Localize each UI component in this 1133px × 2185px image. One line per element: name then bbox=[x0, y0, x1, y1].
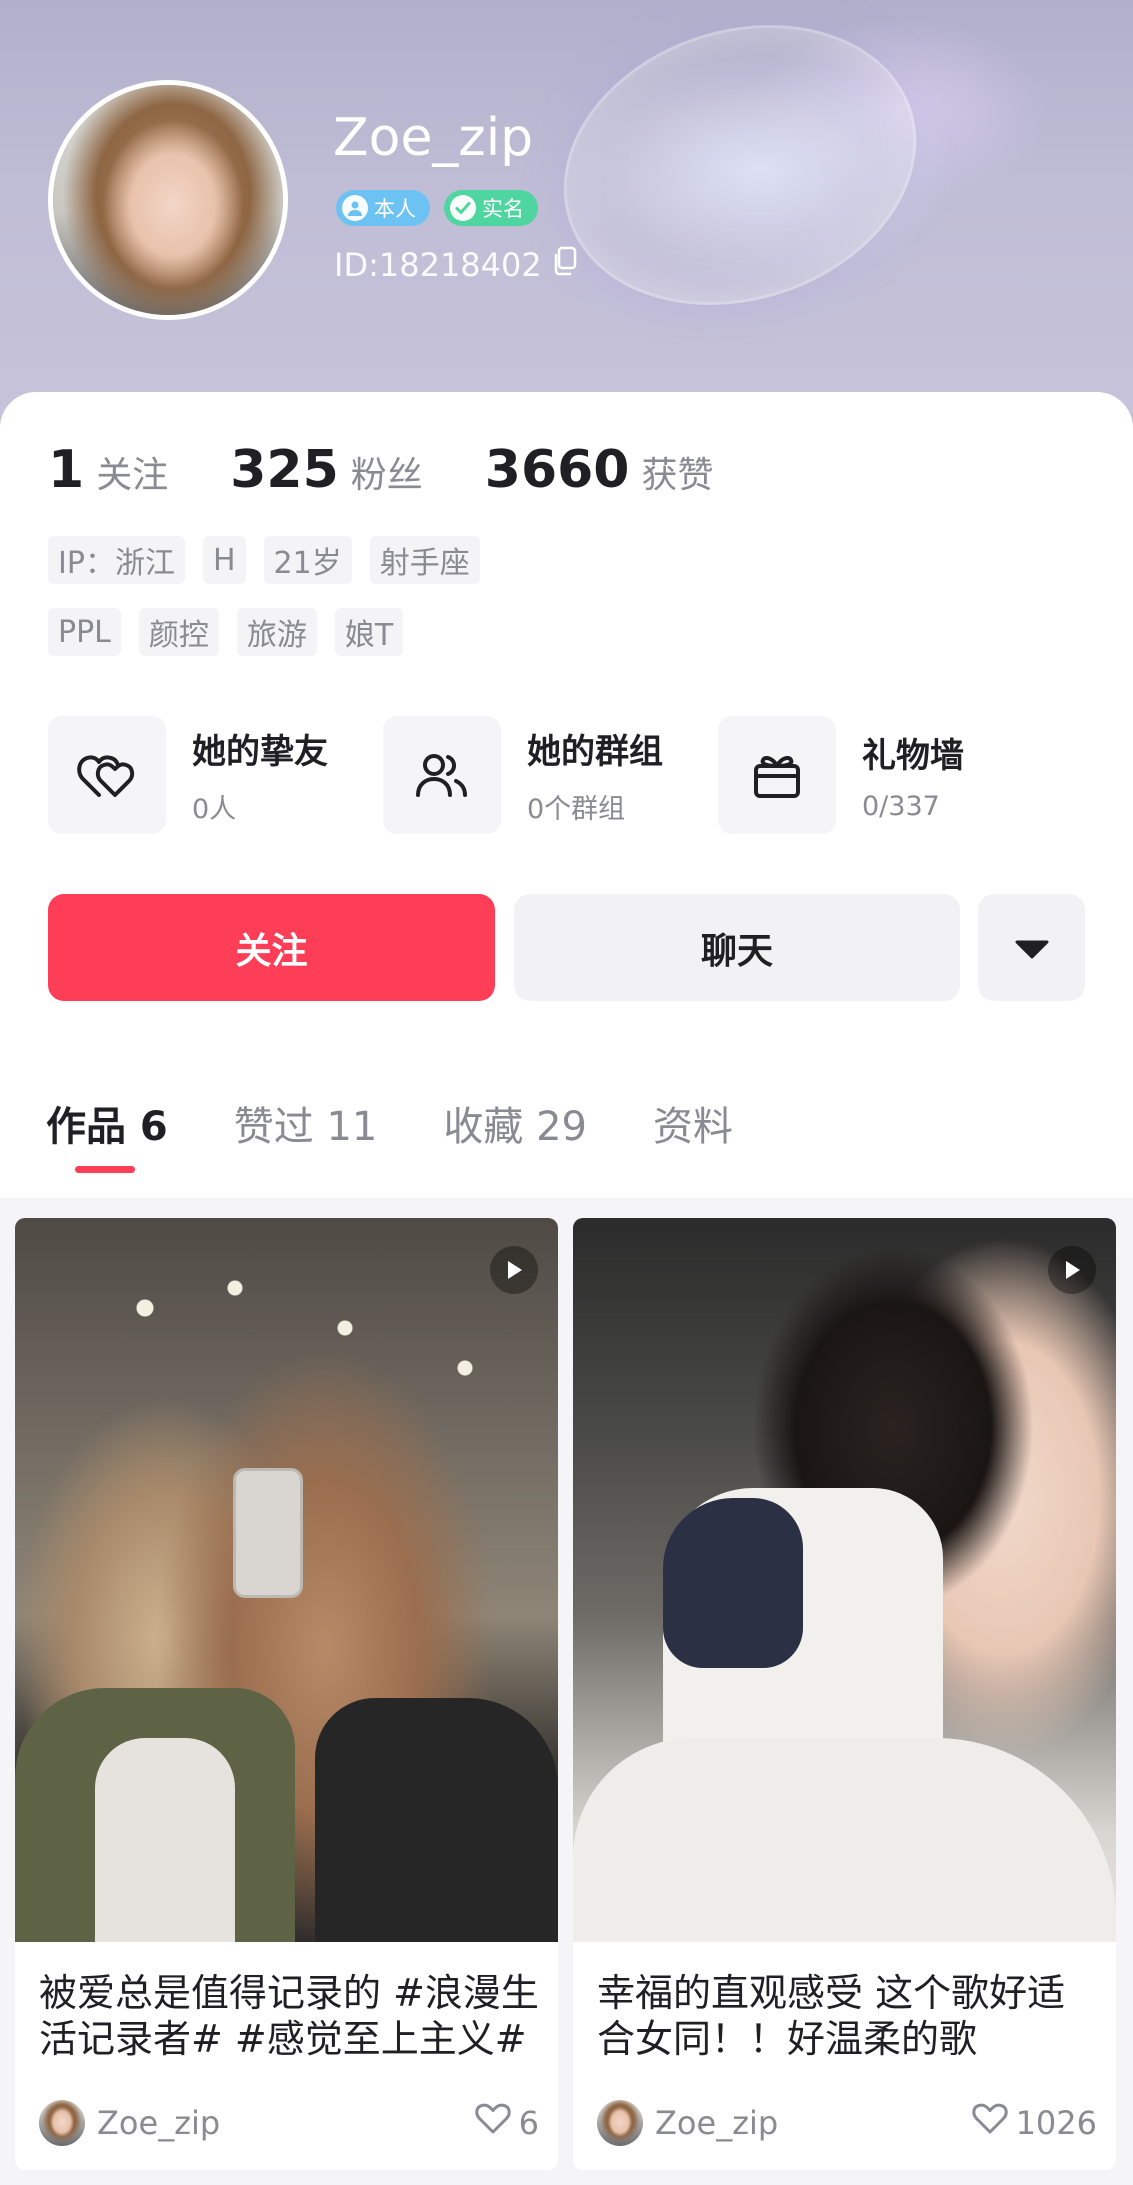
post-card[interactable]: 被爱总是值得记录的 #浪漫生活记录者# #感觉至上主义# Zoe_zip 6 bbox=[15, 1218, 558, 2170]
caret-down-icon bbox=[1015, 927, 1049, 968]
author-avatar[interactable] bbox=[39, 2100, 85, 2146]
quick-link-groups-count: 0个群组 bbox=[527, 794, 626, 825]
header-background-decoration bbox=[527, 0, 953, 350]
tag-item: 旅游 bbox=[236, 608, 317, 656]
more-options-button[interactable] bbox=[978, 894, 1085, 1001]
badge-self-label: 本人 bbox=[374, 197, 416, 221]
post-likes-count: 1026 bbox=[1015, 2104, 1097, 2142]
follow-button[interactable]: 关注 bbox=[48, 894, 495, 1001]
content-tabs: 作品 6 赞过 11 收藏 29 资料 bbox=[46, 1094, 799, 1152]
stats-row: 1 关注 325 粉丝 3660 获赞 bbox=[48, 440, 776, 500]
post-footer: Zoe_zip 6 bbox=[39, 2098, 539, 2148]
post-thumbnail[interactable] bbox=[15, 1218, 558, 1942]
stat-following-count: 1 bbox=[48, 440, 85, 500]
author-avatar[interactable] bbox=[597, 2100, 643, 2146]
post-likes[interactable]: 6 bbox=[474, 2103, 539, 2143]
thumbnail-figure bbox=[663, 1498, 803, 1668]
post-likes-count: 6 bbox=[518, 2104, 539, 2142]
post-likes[interactable]: 1026 bbox=[971, 2103, 1097, 2143]
thumbnail-figure bbox=[315, 1698, 558, 1942]
quick-link-groups-title: 她的群组 bbox=[527, 732, 663, 772]
post-caption: 被爱总是值得记录的 #浪漫生活记录者# #感觉至上主义# bbox=[39, 1971, 539, 2061]
heart-icon bbox=[474, 2103, 511, 2143]
stat-likes-count: 3660 bbox=[484, 440, 630, 500]
copy-icon[interactable] bbox=[552, 246, 578, 284]
post-thumbnail[interactable] bbox=[573, 1218, 1116, 1942]
tag-item: 颜控 bbox=[138, 608, 219, 656]
post-footer: Zoe_zip 1026 bbox=[597, 2098, 1097, 2148]
tag-row-1: IP：浙江 H 21岁 射手座 bbox=[48, 536, 480, 584]
profile-header: Zoe_zip 本人 实名 ID:18218402 bbox=[0, 0, 1133, 430]
heart-pair-icon bbox=[48, 716, 166, 834]
tab-liked[interactable]: 赞过 11 bbox=[234, 1094, 378, 1152]
stat-following-label: 关注 bbox=[96, 455, 169, 496]
group-icon bbox=[383, 716, 501, 834]
stat-likes[interactable]: 3660 获赞 bbox=[485, 440, 714, 500]
active-tab-indicator bbox=[75, 1166, 135, 1173]
badge-list: 本人 实名 bbox=[336, 190, 538, 226]
person-icon bbox=[342, 195, 368, 221]
quick-link-groups[interactable]: 她的群组 0个群组 bbox=[383, 716, 663, 834]
quick-link-gifts[interactable]: 礼物墙 0/337 bbox=[718, 716, 964, 834]
badge-self: 本人 bbox=[336, 190, 430, 226]
chat-button[interactable]: 聊天 bbox=[514, 894, 960, 1001]
tab-info[interactable]: 资料 bbox=[653, 1094, 733, 1152]
stat-following[interactable]: 1 关注 bbox=[48, 440, 168, 500]
heart-icon bbox=[971, 2103, 1008, 2143]
user-id-text: ID:18218402 bbox=[334, 246, 542, 284]
quick-link-friends[interactable]: 她的挚友 0人 bbox=[48, 716, 328, 834]
tag-item: PPL bbox=[48, 608, 121, 656]
tag-identity: H bbox=[202, 536, 246, 584]
post-author[interactable]: Zoe_zip bbox=[97, 2104, 220, 2142]
thumbnail-figure bbox=[95, 1738, 235, 1942]
user-id: ID:18218402 bbox=[334, 246, 578, 284]
tag-ip: IP：浙江 bbox=[48, 536, 185, 584]
tag-zodiac: 射手座 bbox=[369, 536, 480, 584]
tab-favorites[interactable]: 收藏 29 bbox=[443, 1094, 587, 1152]
post-author[interactable]: Zoe_zip bbox=[655, 2104, 778, 2142]
quick-link-gifts-title: 礼物墙 bbox=[862, 736, 964, 776]
badge-verified: 实名 bbox=[444, 190, 538, 226]
tag-age: 21岁 bbox=[263, 536, 352, 584]
stat-likes-label: 获赞 bbox=[641, 455, 714, 496]
tag-item: 娘T bbox=[334, 608, 404, 656]
tab-works[interactable]: 作品 6 bbox=[46, 1094, 168, 1152]
post-caption: 幸福的直观感受 这个歌好适合女同！！好温柔的歌 bbox=[597, 1971, 1066, 2061]
video-play-icon bbox=[490, 1246, 538, 1294]
quick-links: 她的挚友 0人 她的群组 0个群组 礼物墙 0/337 bbox=[48, 716, 1088, 836]
stat-followers-label: 粉丝 bbox=[350, 455, 423, 496]
gift-icon bbox=[718, 716, 836, 834]
avatar[interactable] bbox=[48, 80, 288, 320]
quick-link-gifts-count: 0/337 bbox=[862, 791, 940, 822]
badge-verified-label: 实名 bbox=[482, 197, 524, 221]
stat-followers-count: 325 bbox=[230, 440, 339, 500]
quick-link-friends-count: 0人 bbox=[192, 794, 237, 825]
check-icon bbox=[450, 195, 476, 221]
profile-name: Zoe_zip bbox=[333, 108, 534, 168]
video-play-icon bbox=[1048, 1246, 1096, 1294]
tag-row-2: PPL 颜控 旅游 娘T bbox=[48, 608, 404, 656]
avatar-image bbox=[53, 85, 283, 315]
quick-link-friends-title: 她的挚友 bbox=[192, 732, 328, 772]
thumbnail-phone bbox=[233, 1468, 303, 1598]
stat-followers[interactable]: 325 粉丝 bbox=[230, 440, 423, 500]
post-card[interactable]: 幸福的直观感受 这个歌好适合女同！！好温柔的歌 Zoe_zip 1026 bbox=[573, 1218, 1116, 2170]
thumbnail-blanket bbox=[573, 1738, 1116, 1942]
